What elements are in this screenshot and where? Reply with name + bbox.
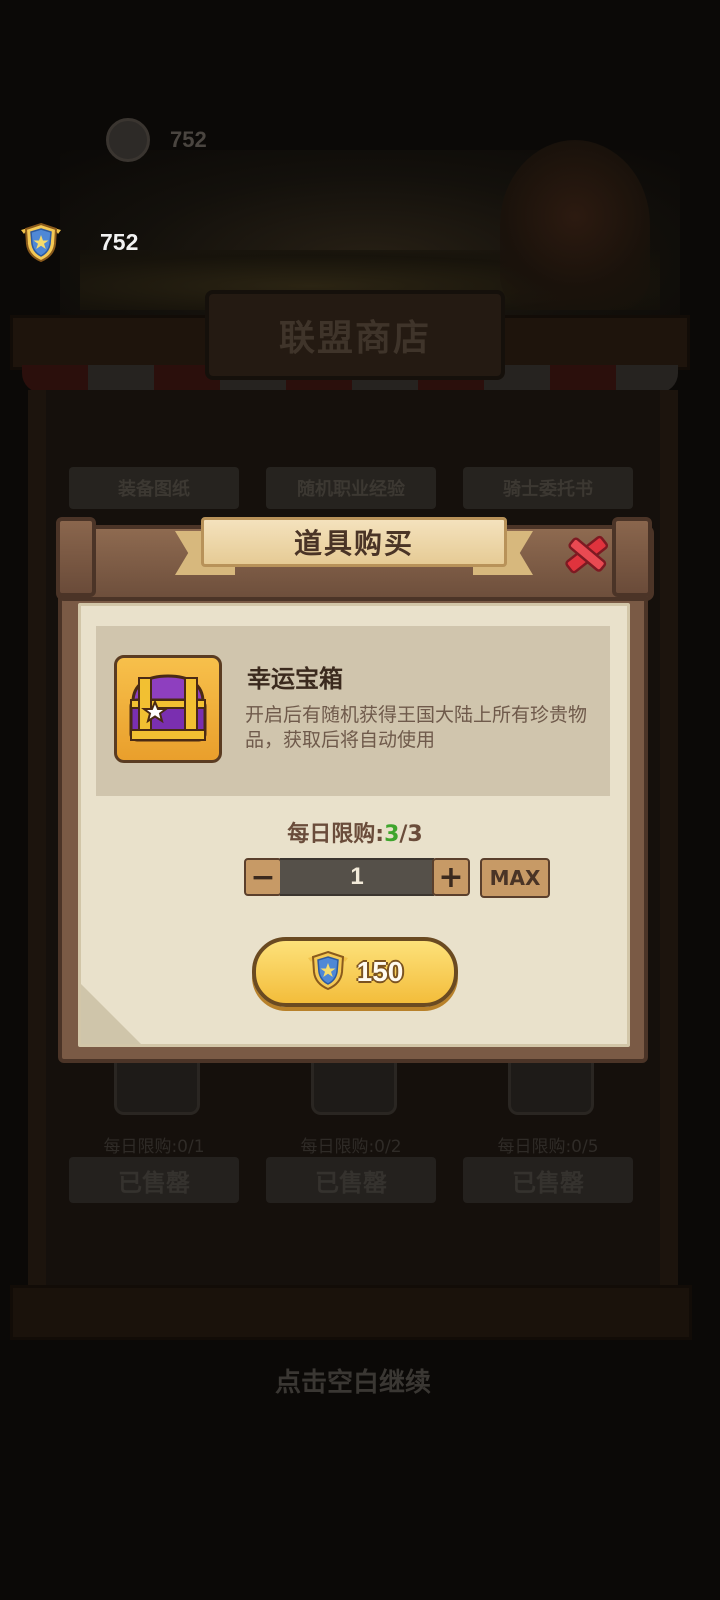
background-card-image <box>311 1060 397 1115</box>
background-tab-2: 随机职业经验 <box>266 467 436 509</box>
plus-icon: + <box>438 859 464 895</box>
shield-badge-icon <box>20 222 61 263</box>
background-currency-value: 752 <box>170 127 207 152</box>
item-description: 开启后有随机获得王国大陆上所有珍贵物品，获取后将自动使用 <box>245 704 588 751</box>
quantity-value[interactable]: 1 <box>280 858 434 896</box>
treasure-chest-icon <box>129 674 207 742</box>
dialog-left-post <box>56 517 96 597</box>
dialog-right-post <box>612 517 652 597</box>
background-card-limit: 每日限购:0/2 <box>300 1137 402 1157</box>
background-shop-base <box>10 1285 692 1340</box>
background-tab-1: 装备图纸 <box>69 467 239 509</box>
daily-limit-current: 3 <box>384 822 400 847</box>
daily-limit-max: 3 <box>407 822 423 847</box>
background-shop-sign: 联盟商店 <box>205 290 505 380</box>
quantity-stepper: − 1 + <box>244 858 470 898</box>
ribbon-body: 道具购买 <box>201 517 507 567</box>
background-shop-title: 联盟商店 <box>278 318 431 359</box>
background-card-limit: 每日限购:0/1 <box>103 1137 205 1157</box>
close-icon <box>565 535 609 574</box>
daily-purchase-limit: 每日限购:3/3 <box>56 816 654 848</box>
close-button[interactable] <box>561 529 613 581</box>
buy-price: 150 <box>356 956 404 987</box>
background-tab-3: 骑士委托书 <box>463 467 633 509</box>
dialog-title: 道具购买 <box>293 527 414 560</box>
background-card-status: 已售罄 <box>266 1157 436 1203</box>
item-info-panel: 幸运宝箱 开启后有随机获得王国大陆上所有珍贵物品，获取后将自动使用 <box>96 626 610 796</box>
item-name: 幸运宝箱 <box>247 665 343 693</box>
paper-fold-corner <box>81 984 141 1044</box>
background-card-limit: 每日限购:0/5 <box>497 1137 599 1157</box>
decrease-quantity-button[interactable]: − <box>244 858 282 896</box>
background-shop-card: 每日限购:0/1 已售罄 <box>69 1060 239 1205</box>
background-card-status: 已售罄 <box>463 1157 633 1203</box>
buy-button[interactable]: 150 <box>252 937 458 1007</box>
daily-limit-label: 每日限购: <box>287 822 385 847</box>
item-purchase-dialog: 道具购买 幸运宝箱 开启后有随机获得王国大陆上所有珍贵物品，获取后将自动使用 每… <box>56 517 654 1065</box>
currency-value: 752 <box>100 228 139 255</box>
background-card-status: 已售罄 <box>69 1157 239 1203</box>
minus-icon: − <box>250 859 276 895</box>
background-hero-character <box>500 140 650 310</box>
increase-quantity-button[interactable]: + <box>432 858 470 896</box>
price-currency-icon <box>307 950 349 994</box>
tap-to-continue-hint[interactable]: 点击空白继续 <box>0 1362 706 1399</box>
currency-display: 752 <box>20 222 139 263</box>
background-card-image <box>114 1060 200 1115</box>
item-icon-frame <box>114 655 222 763</box>
max-quantity-button[interactable]: MAX <box>480 858 550 898</box>
background-currency-icon <box>106 118 150 162</box>
dialog-title-ribbon: 道具购买 <box>175 517 533 575</box>
background-shop-card: 每日限购:0/5 已售罄 <box>463 1060 633 1205</box>
background-currency: 752 <box>106 118 207 162</box>
background-shop-card: 每日限购:0/2 已售罄 <box>266 1060 436 1205</box>
background-card-image <box>508 1060 594 1115</box>
